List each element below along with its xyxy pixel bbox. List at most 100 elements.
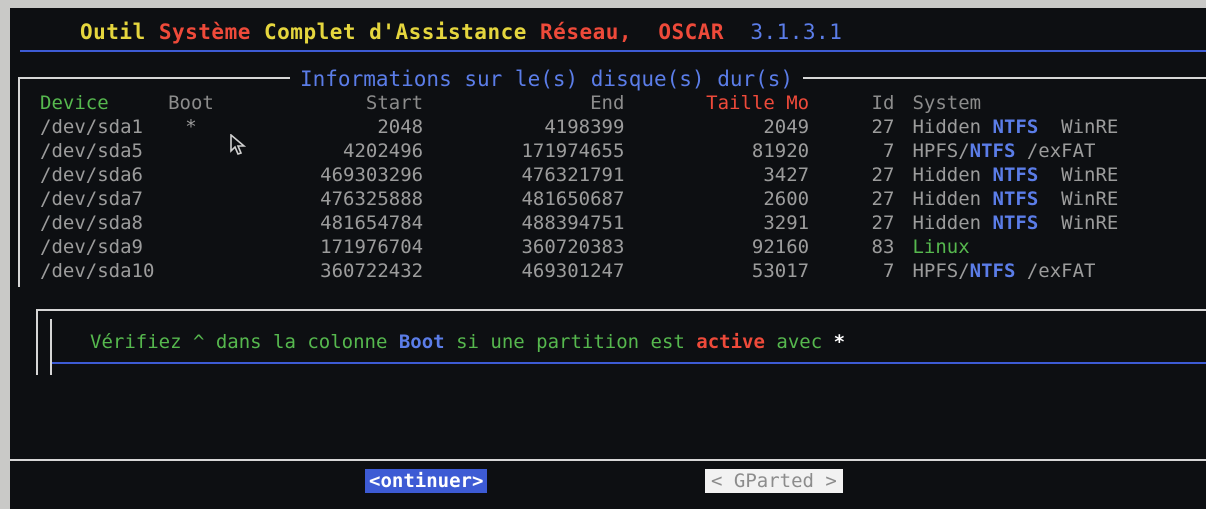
title-reseau: Réseau, [540,20,659,44]
cell-id: 7 [882,260,895,282]
cell-end: 4198399 [544,116,625,138]
message-divider [52,362,1206,364]
cell-system: Linux [912,235,1206,259]
cell-device: /dev/sda8 [40,212,143,234]
cell-boot [161,163,220,187]
table-row: /dev/sda8 481654784 488394751 3291 27 Hi… [40,211,1206,235]
message-box-inner-border [50,319,52,375]
message-star: * [833,331,846,353]
cell-size: 3291 [763,212,810,234]
system-ntfs: NTFS [969,140,1016,162]
table-row: /dev/sda5 4202496 171974655 81920 7 HPFS… [40,139,1206,163]
cell-size: 3427 [763,164,810,186]
cell-boot [161,235,220,259]
cell-device: /dev/sda9 [40,236,143,258]
cell-size: 2049 [763,116,810,138]
cell-id: 27 [871,212,895,234]
system-prefix: Hidden [912,188,993,210]
cell-end: 469301247 [521,260,625,282]
title-complet: Complet d'Assistance [264,20,541,44]
cell-start: 476325888 [320,188,424,210]
system-prefix: HPFS/ [912,260,970,282]
header-system: System [912,92,982,114]
cell-system: Hidden NTFS WinRE [912,163,1206,187]
cell-device: /dev/sda7 [40,188,143,210]
app-version: 3.1.3.1 [750,20,843,44]
cell-id: 7 [882,140,895,162]
table-row: /dev/sda1 * 2048 4198399 2049 27 Hidden … [40,115,1206,139]
system-suffix: WinRE [1038,188,1119,210]
cell-id: 83 [871,236,895,258]
cell-boot [161,211,220,235]
cell-id: 27 [871,188,895,210]
bottom-separator [10,459,1206,461]
system-ntfs: NTFS [969,260,1016,282]
cell-device: /dev/sda6 [40,164,143,186]
cell-id: 27 [871,116,895,138]
cell-end: 488394751 [521,212,625,234]
cell-end: 171974655 [521,140,625,162]
cell-start: 481654784 [320,212,424,234]
message-box-left-border [36,309,38,375]
message-part1: Vérifiez ^ dans la colonne [90,331,399,353]
system-ntfs: NTFS [992,188,1039,210]
system-prefix: Hidden [912,164,993,186]
cell-end: 476321791 [521,164,625,186]
system-ntfs: NTFS [992,164,1039,186]
continue-close-bracket: > [471,470,484,492]
app-title: Outil Système Complet d'Assistance Résea… [80,20,842,44]
title-outil: Outil [80,20,159,44]
message-part2: si une partition est [444,331,697,353]
cell-start: 360722432 [320,260,424,282]
system-ntfs: NTFS [992,212,1039,234]
cell-end: 360720383 [521,236,625,258]
cell-size: 53017 [751,260,810,282]
header-id: Id [871,92,895,114]
header-size: Taille Mo [706,92,810,114]
cell-boot [161,259,220,283]
message-boot: Boot [398,331,445,353]
cell-size: 81920 [751,140,810,162]
table-row: /dev/sda10 360722432 469301247 53017 7 H… [40,259,1206,283]
title-systeme: Système [158,20,265,44]
cell-size: 92160 [751,236,810,258]
table-row: /dev/sda6 469303296 476321791 3427 27 Hi… [40,163,1206,187]
header-start: Start [365,92,424,114]
header-boot: Boot [168,92,214,114]
cell-start: 4202496 [343,140,424,162]
system-suffix: /exFAT [1015,260,1096,282]
cell-device: /dev/sda1 [40,116,143,138]
cell-end: 481650687 [521,188,625,210]
header-device: Device [40,92,109,114]
system-suffix: WinRE [1038,164,1119,186]
cell-id: 27 [871,164,895,186]
cell-device: /dev/sda5 [40,140,143,162]
title-oscar: OSCAR [658,20,751,44]
system-linux: Linux [912,236,970,258]
cell-system: Hidden NTFS WinRE [912,187,1206,211]
panel-left-border [18,77,20,287]
partition-table: Device Boot Start End Taille Mo Id Syste… [40,91,1206,283]
boot-check-message: Vérifiez ^ dans la colonne Boot si une p… [90,331,845,353]
terminal-screen: Outil Système Complet d'Assistance Résea… [10,8,1206,509]
cell-system: Hidden NTFS WinRE [912,211,1206,235]
message-active: active [696,331,765,353]
table-header-row: Device Boot Start End Taille Mo Id Syste… [40,91,1206,115]
header-end: End [590,92,625,114]
continue-label: ontinuer [380,470,472,492]
cell-system: HPFS/NTFS /exFAT [912,259,1206,283]
cell-boot: * [185,116,197,138]
cell-device: /dev/sda10 [40,260,155,282]
message-box-top-border [36,309,1206,311]
cell-system: Hidden NTFS WinRE [912,115,1206,139]
gparted-button[interactable]: < GParted > [705,469,843,493]
system-prefix: HPFS/ [912,140,970,162]
table-row: /dev/sda9 171976704 360720383 92160 83 L… [40,235,1206,259]
cell-start: 469303296 [320,164,424,186]
mouse-pointer-icon [230,134,246,155]
system-ntfs: NTFS [992,116,1039,138]
system-prefix: Hidden [912,212,993,234]
panel-title: Informations sur le(s) disque(s) dur(s) [290,67,804,91]
cell-start: 2048 [377,116,424,138]
continue-button[interactable]: <ontinuer> [365,469,488,493]
